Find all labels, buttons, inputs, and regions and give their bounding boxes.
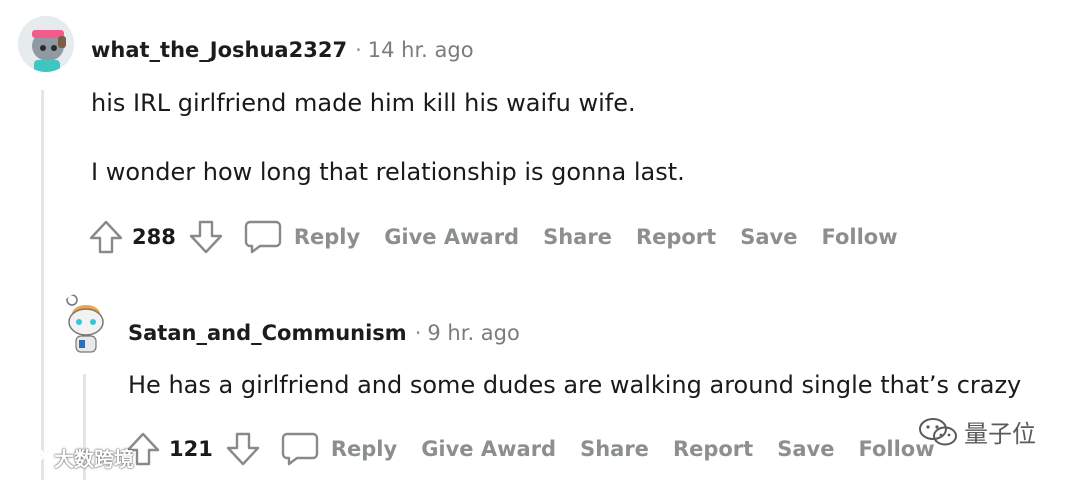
- comment-body-line: I wonder how long that relationship is g…: [91, 158, 685, 186]
- thread-line[interactable]: [41, 90, 44, 480]
- watermark-left-text: 大数跨境: [54, 447, 134, 471]
- reply-label: Reply: [330, 437, 398, 461]
- follow-button[interactable]: Follow: [821, 225, 897, 249]
- username[interactable]: Satan_and_Communism: [128, 321, 407, 345]
- watermark-logo-icon: [11, 448, 45, 467]
- give-award-button[interactable]: Give Award: [384, 225, 519, 249]
- comment-icon: [244, 219, 282, 255]
- meta-separator: ·: [414, 321, 422, 345]
- comment-meta: what_the_Joshua2327 · 14 hr. ago: [91, 37, 474, 63]
- downvote-icon[interactable]: [188, 219, 224, 255]
- report-button[interactable]: Report: [636, 225, 716, 249]
- avatar[interactable]: [56, 292, 114, 356]
- vote-score: 288: [132, 225, 176, 249]
- comment-actions: 121 Reply Give Award Share Report Save F…: [125, 430, 959, 468]
- watermark-right: 量子位: [918, 414, 1036, 449]
- share-button[interactable]: Share: [580, 437, 649, 461]
- meta-separator: ·: [355, 38, 362, 62]
- report-button[interactable]: Report: [673, 437, 753, 461]
- watermark-right-text: 量子位: [964, 420, 1036, 448]
- save-button[interactable]: Save: [740, 225, 797, 249]
- reply-button[interactable]: Reply: [281, 431, 397, 467]
- avatar[interactable]: [18, 16, 74, 72]
- username[interactable]: what_the_Joshua2327: [91, 38, 347, 62]
- comment-body-line: He has a girlfriend and some dudes are w…: [128, 371, 1022, 399]
- comment-meta: Satan_and_Communism · 9 hr. ago: [128, 320, 520, 346]
- reply-label: Reply: [293, 225, 361, 249]
- give-award-button[interactable]: Give Award: [421, 437, 556, 461]
- downvote-icon[interactable]: [225, 431, 261, 467]
- vote-score: 121: [169, 437, 213, 461]
- comment-thread: what_the_Joshua2327 · 14 hr. ago his IRL g…: [0, 0, 1080, 480]
- timestamp[interactable]: 9 hr. ago: [427, 321, 519, 345]
- save-button[interactable]: Save: [777, 437, 834, 461]
- upvote-icon[interactable]: [88, 219, 124, 255]
- comment-body-line: his IRL girlfriend made him kill his wai…: [91, 89, 636, 117]
- watermark-left: 大数跨境: [8, 443, 134, 472]
- timestamp[interactable]: 14 hr. ago: [368, 38, 474, 62]
- share-button[interactable]: Share: [543, 225, 612, 249]
- wechat-icon: [919, 417, 957, 445]
- reply-button[interactable]: Reply: [244, 219, 360, 255]
- comment-icon: [281, 431, 319, 467]
- comment-actions: 288 Reply Give Award Share Report Save F…: [88, 218, 922, 256]
